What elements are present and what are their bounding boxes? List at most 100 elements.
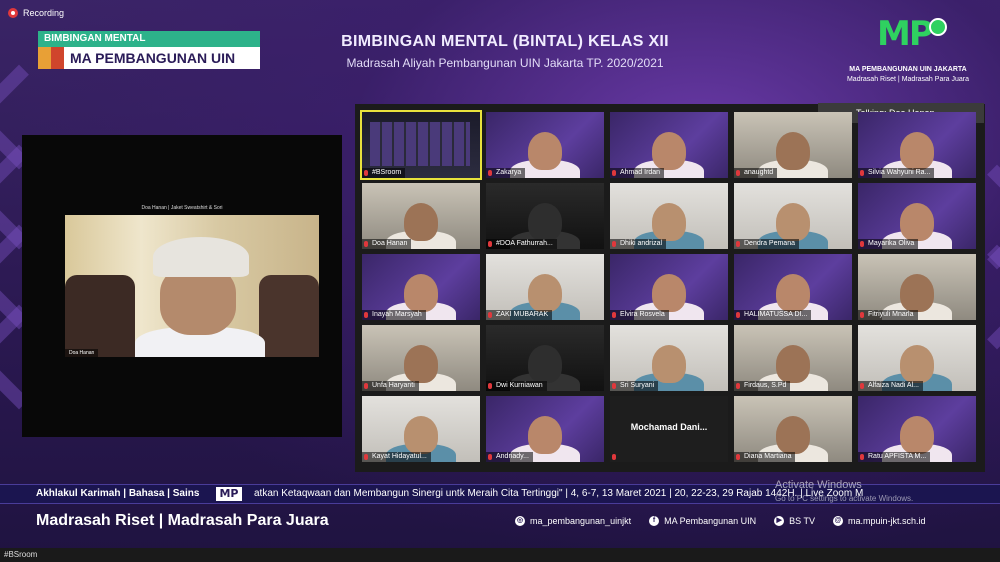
participant-tile[interactable]: Diana Martiana xyxy=(734,396,852,462)
mic-muted-icon xyxy=(612,454,616,460)
participant-name: Ratu APFISTA M... xyxy=(858,452,931,462)
recording-label: Recording xyxy=(23,8,65,18)
participant-tile[interactable]: Dhiki andrizal xyxy=(610,183,728,249)
participant-tile[interactable]: Silvia Wahyuni Ra... xyxy=(858,112,976,178)
participant-name: Dwi Kurniawan xyxy=(486,381,547,391)
tv-handle: BS TV xyxy=(789,516,815,526)
social-web[interactable]: @ ma.mpuin-jkt.sch.id xyxy=(833,516,926,526)
social-tv[interactable]: ▶ BS TV xyxy=(774,516,815,526)
sofa-right xyxy=(259,275,319,357)
participant-name: Silvia Wahyuni Ra... xyxy=(858,168,935,178)
mic-muted-icon xyxy=(736,312,740,318)
mic-muted-icon xyxy=(488,383,492,389)
mic-muted-icon xyxy=(488,241,492,247)
participant-tile[interactable]: Ahmad Irdan xyxy=(610,112,728,178)
participant-head xyxy=(776,132,810,170)
participant-head xyxy=(776,416,810,454)
participant-head xyxy=(528,203,562,241)
taskbar-room-label[interactable]: #BSroom xyxy=(4,548,37,562)
mic-muted-icon xyxy=(364,170,368,176)
participant-tile[interactable]: Ratu APFISTA M... xyxy=(858,396,976,462)
social-facebook[interactable]: f MA Pembangunan UIN xyxy=(649,516,756,526)
mic-muted-icon xyxy=(612,312,616,318)
instagram-icon: ◎ xyxy=(515,516,525,526)
mic-muted-icon xyxy=(488,454,492,460)
participant-tile[interactable]: Mayarika Oliva xyxy=(858,183,976,249)
participant-head xyxy=(528,132,562,170)
participant-name: Mayarika Oliva xyxy=(858,239,919,249)
badge-main-label: MA PEMBANGUNAN UIN xyxy=(64,47,260,69)
participant-name: Diana Martiana xyxy=(734,452,796,462)
mic-muted-icon xyxy=(364,454,368,460)
shared-screen-thumbnail xyxy=(370,122,470,166)
school-tagline: Madrasah Riset | Madrasah Para Juara xyxy=(846,76,970,83)
participant-name: ZAKI MUBARAK xyxy=(486,310,553,320)
spotlight-caption: Doa Hanan | Jaket Sweatshirt & Sori xyxy=(141,205,223,211)
participant-head xyxy=(900,203,934,241)
participant-tile[interactable]: Dendra Pemana xyxy=(734,183,852,249)
footer-tagline: Madrasah Riset | Madrasah Para Juara xyxy=(36,512,329,529)
participant-tile[interactable]: Kayat Hidayatul... xyxy=(362,396,480,462)
participant-head xyxy=(528,274,562,312)
participant-tile[interactable]: #BSroom xyxy=(360,110,482,180)
spotlight-name: Doa Hanan xyxy=(65,349,99,357)
participant-tile[interactable]: Inayah Marsyah xyxy=(362,254,480,320)
spotlight-video[interactable]: Doa Hanan | Jaket Sweatshirt & Sori Doa … xyxy=(22,135,342,437)
participant-name: Firdaus, S.Pd xyxy=(734,381,791,391)
participant-tile[interactable]: ZAKI MUBARAK xyxy=(486,254,604,320)
participant-name-display: Mochamad Dani... xyxy=(630,422,708,432)
participant-name: Alfaiza Nadi Al... xyxy=(858,381,923,391)
participant-tile[interactable]: anaughtd xyxy=(734,112,852,178)
participant-head xyxy=(900,345,934,383)
participant-tile[interactable]: Elvira Rosvela xyxy=(610,254,728,320)
mic-muted-icon xyxy=(364,383,368,389)
participant-head xyxy=(652,345,686,383)
participant-tile[interactable]: Fitriyuli Mnarla xyxy=(858,254,976,320)
participant-name: Fitriyuli Mnarla xyxy=(858,310,918,320)
participant-tile[interactable]: Zakarya xyxy=(486,112,604,178)
recording-indicator[interactable]: Recording xyxy=(8,8,64,18)
logo-dot-icon xyxy=(929,18,947,36)
page-subtitle: Madrasah Aliyah Pembangunan UIN Jakarta … xyxy=(346,56,664,70)
mic-muted-icon xyxy=(860,241,864,247)
participant-tile[interactable]: Dwi Kurniawan xyxy=(486,325,604,391)
badge-stripe xyxy=(38,47,64,69)
mic-muted-icon xyxy=(612,383,616,389)
mic-muted-icon xyxy=(736,241,740,247)
participant-tile[interactable]: Andriady... xyxy=(486,396,604,462)
participant-name: Ahmad Irdan xyxy=(610,168,665,178)
activate-windows-hint: Go to PC settings to activate Windows. xyxy=(775,494,914,503)
participant-head xyxy=(652,203,686,241)
participant-tile[interactable]: Sri Suryani xyxy=(610,325,728,391)
participant-tile[interactable]: Unfa Haryanti xyxy=(362,325,480,391)
participant-head xyxy=(776,203,810,241)
participant-tile[interactable]: Mochamad Dani... xyxy=(610,396,728,462)
participant-tile[interactable]: Firdaus, S.Pd xyxy=(734,325,852,391)
participant-grid: #BSroom Zakarya Ahmad Irdan anaughtd Silvia … xyxy=(360,110,976,466)
social-instagram[interactable]: ◎ ma_pembangunan_uinjkt xyxy=(515,516,631,526)
participant-tile[interactable]: HALIMATUSSA DI... xyxy=(734,254,852,320)
program-badge: BIMBINGAN MENTAL MA PEMBANGUNAN UIN xyxy=(38,31,260,69)
school-logo: MP xyxy=(877,14,947,54)
participant-tile[interactable]: Alfaiza Nadi Al... xyxy=(858,325,976,391)
participant-name: Doa Hanan xyxy=(362,239,412,249)
participant-head xyxy=(652,132,686,170)
ticker-left: Akhlakul Karimah | Bahasa | Sains xyxy=(36,488,200,499)
participant-name: Dhiki andrizal xyxy=(610,239,667,249)
participant-head xyxy=(900,274,934,312)
mic-muted-icon xyxy=(860,312,864,318)
facebook-handle: MA Pembangunan UIN xyxy=(664,516,757,526)
participant-name: HALIMATUSSA DI... xyxy=(734,310,812,320)
participant-name: anaughtd xyxy=(734,168,778,178)
badge-top-label: BIMBINGAN MENTAL xyxy=(38,31,260,47)
participant-head xyxy=(528,416,562,454)
mic-muted-icon xyxy=(736,454,740,460)
participant-tile[interactable]: Doa Hanan xyxy=(362,183,480,249)
participant-name: Andriady... xyxy=(486,452,533,462)
participant-head xyxy=(776,345,810,383)
spotlight-feed: Doa Hanan xyxy=(65,215,319,357)
speaker-cap xyxy=(153,237,249,277)
participant-tile[interactable]: #DOA Fathurrah... xyxy=(486,183,604,249)
participant-name: #DOA Fathurrah... xyxy=(486,239,557,249)
mic-muted-icon xyxy=(364,241,368,247)
